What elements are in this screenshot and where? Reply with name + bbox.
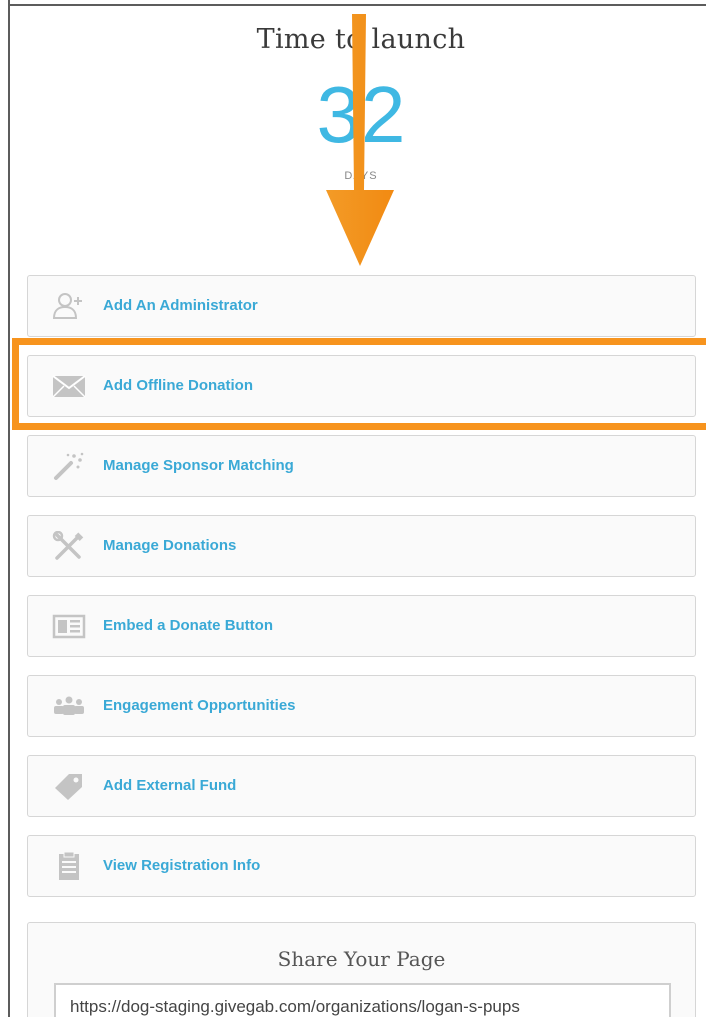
share-card: Share Your Page bbox=[27, 922, 696, 1017]
manage-sponsor-matching-label: Manage Sponsor Matching bbox=[103, 457, 294, 474]
add-administrator-label: Add An Administrator bbox=[103, 297, 258, 314]
add-user-icon bbox=[52, 291, 86, 321]
manage-donations-label: Manage Donations bbox=[103, 537, 237, 554]
add-offline-donation-button[interactable]: Add Offline Donation bbox=[27, 355, 696, 417]
view-registration-info-label: View Registration Info bbox=[103, 857, 261, 874]
view-registration-info-button[interactable]: View Registration Info bbox=[27, 835, 696, 897]
action-list: Add An Administrator Add Offline Donatio… bbox=[27, 275, 696, 915]
manage-sponsor-matching-button[interactable]: Manage Sponsor Matching bbox=[27, 435, 696, 497]
embed-donate-button-button[interactable]: Embed a Donate Button bbox=[27, 595, 696, 657]
arrow-down-icon bbox=[326, 14, 394, 266]
embed-icon bbox=[52, 611, 86, 641]
tools-icon bbox=[52, 531, 86, 561]
tag-icon bbox=[52, 771, 86, 801]
embed-donate-button-label: Embed a Donate Button bbox=[103, 617, 274, 634]
clipboard-icon bbox=[52, 851, 86, 881]
share-url-input[interactable] bbox=[54, 983, 671, 1017]
manage-donations-button[interactable]: Manage Donations bbox=[27, 515, 696, 577]
envelope-icon bbox=[52, 371, 86, 401]
add-external-fund-button[interactable]: Add External Fund bbox=[27, 755, 696, 817]
add-offline-donation-label: Add Offline Donation bbox=[103, 377, 253, 394]
page: Time to launch 32 DAYS Add An Administra… bbox=[0, 0, 706, 1017]
share-title: Share Your Page bbox=[277, 947, 446, 971]
add-administrator-button[interactable]: Add An Administrator bbox=[27, 275, 696, 337]
add-external-fund-label: Add External Fund bbox=[103, 777, 237, 794]
magic-wand-icon bbox=[52, 451, 86, 481]
group-icon bbox=[52, 691, 86, 721]
engagement-opportunities-label: Engagement Opportunities bbox=[103, 697, 296, 714]
engagement-opportunities-button[interactable]: Engagement Opportunities bbox=[27, 675, 696, 737]
